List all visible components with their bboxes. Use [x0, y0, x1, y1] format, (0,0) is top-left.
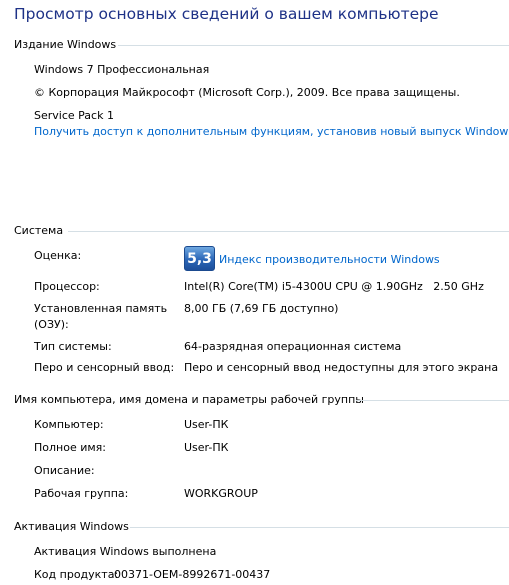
edition-name: Windows 7 Профессиональная — [34, 63, 210, 76]
memory-label-line1: Установленная память — [34, 302, 168, 315]
pen-touch-label: Перо и сенсорный ввод: — [34, 361, 175, 374]
computer-value: User-ПК — [184, 418, 229, 431]
section-divider — [130, 527, 509, 528]
fullname-label: Полное имя: — [34, 441, 106, 454]
memory-label-line2: (ОЗУ): — [34, 318, 69, 331]
performance-score-badge[interactable]: 5,3 — [184, 246, 215, 271]
system-type-value: 64-разрядная операционная система — [184, 340, 402, 353]
processor-label: Процессор: — [34, 280, 100, 293]
copyright-text: © Корпорация Майкрософт (Microsoft Corp.… — [34, 86, 460, 99]
product-id-value: 00371-OEM-8992671-00437 — [114, 568, 271, 581]
workgroup-value: WORKGROUP — [184, 487, 258, 500]
performance-index-link[interactable]: Индекс производительности Windows — [219, 253, 440, 266]
page-title: Просмотр основных сведений о вашем компь… — [14, 5, 439, 23]
rating-label: Оценка: — [34, 249, 82, 262]
activation-status: Активация Windows выполнена — [34, 545, 217, 558]
section-divider — [118, 45, 509, 46]
section-divider — [68, 231, 509, 232]
section-title-activation: Активация Windows — [14, 520, 129, 533]
section-title-edition: Издание Windows — [14, 38, 117, 51]
workgroup-label: Рабочая группа: — [34, 487, 129, 500]
system-type-label: Тип системы: — [34, 340, 112, 353]
processor-value: Intel(R) Core(TM) i5-4300U CPU @ 1.90GHz… — [184, 280, 484, 293]
section-title-system: Система — [14, 224, 64, 237]
description-label: Описание: — [34, 464, 95, 477]
product-id-label: Код продукта: — [34, 568, 119, 581]
section-title-computer: Имя компьютера, имя домена и параметры р… — [14, 393, 364, 406]
memory-value: 8,00 ГБ (7,69 ГБ доступно) — [184, 302, 339, 315]
pen-touch-value: Перо и сенсорный ввод недоступны для это… — [184, 361, 499, 374]
upgrade-link[interactable]: Получить доступ к дополнительным функция… — [34, 125, 509, 138]
service-pack: Service Pack 1 — [34, 109, 114, 122]
section-divider — [356, 400, 509, 401]
fullname-value: User-ПК — [184, 441, 229, 454]
computer-label: Компьютер: — [34, 418, 104, 431]
